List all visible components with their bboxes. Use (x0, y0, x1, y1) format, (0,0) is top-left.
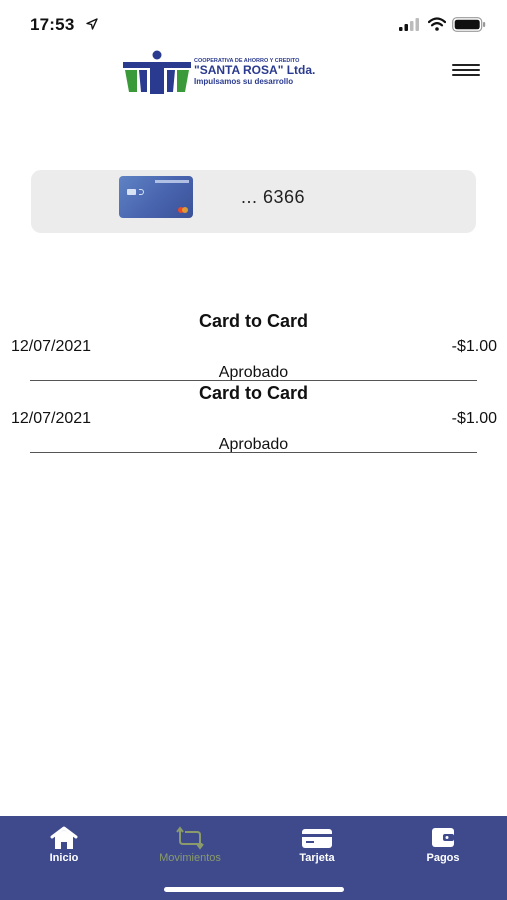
nav-item-pagos[interactable]: Pagos (388, 826, 498, 864)
transaction-title: Card to Card (198, 383, 308, 403)
nav-item-movimientos[interactable]: Movimientos (135, 826, 245, 864)
bottom-navigation: Inicio Movimientos Tarjeta Pagos (0, 816, 507, 900)
divider (30, 452, 477, 453)
card-masked-number: ... 6366 (241, 187, 306, 207)
mastercard-circle-orange (182, 207, 188, 213)
transaction-item[interactable]: Card to Card 12/07/2021 -$1.00 Aprobado (0, 308, 507, 381)
logo-mark-icon (123, 50, 191, 94)
location-arrow-icon (86, 18, 98, 30)
nav-label-pagos: Pagos (426, 852, 460, 864)
app-header: COOPERATIVA DE AHORRO Y CREDITO "SANTA R… (0, 48, 507, 98)
transfer-arrows-icon (176, 826, 204, 850)
nav-label-tarjeta: Tarjeta (299, 852, 335, 864)
nav-label-inicio: Inicio (49, 852, 79, 864)
home-icon (50, 826, 78, 849)
card-chip-icon (127, 189, 136, 195)
status-bar: 17:53 (0, 0, 507, 50)
hamburger-menu-icon[interactable] (452, 64, 480, 80)
transaction-item[interactable]: Card to Card 12/07/2021 -$1.00 Aprobado (0, 380, 507, 453)
transaction-date: 12/07/2021 (11, 410, 92, 427)
home-indicator[interactable] (164, 887, 344, 892)
wifi-icon (428, 17, 446, 31)
card-brand-mark (155, 180, 189, 183)
logo-line-2: "SANTA ROSA" Ltda. (194, 63, 316, 77)
logo-text: COOPERATIVA DE AHORRO Y CREDITO "SANTA R… (194, 58, 326, 86)
transaction-list: Card to Card 12/07/2021 -$1.00 Aprobado … (0, 308, 507, 453)
wallet-icon (432, 828, 454, 847)
card-thumbnail (119, 176, 193, 218)
battery-icon (452, 17, 486, 32)
transaction-title: Card to Card (198, 311, 308, 331)
transaction-date: 12/07/2021 (11, 338, 92, 355)
cooperative-logo: COOPERATIVA DE AHORRO Y CREDITO "SANTA R… (123, 50, 323, 94)
contactless-icon (139, 189, 144, 195)
card-selector[interactable]: ... 6366 (31, 170, 476, 233)
signal-icon (399, 18, 419, 31)
card-icon (302, 829, 332, 848)
nav-item-tarjeta[interactable]: Tarjeta (262, 826, 372, 864)
status-time: 17:53 (30, 15, 75, 34)
nav-item-inicio[interactable]: Inicio (9, 826, 119, 864)
logo-line-3: Impulsamos su desarrollo (194, 77, 294, 86)
nav-label-movimientos: Movimientos (159, 852, 221, 864)
transaction-amount: -$1.00 (451, 410, 497, 427)
transaction-amount: -$1.00 (451, 338, 497, 355)
